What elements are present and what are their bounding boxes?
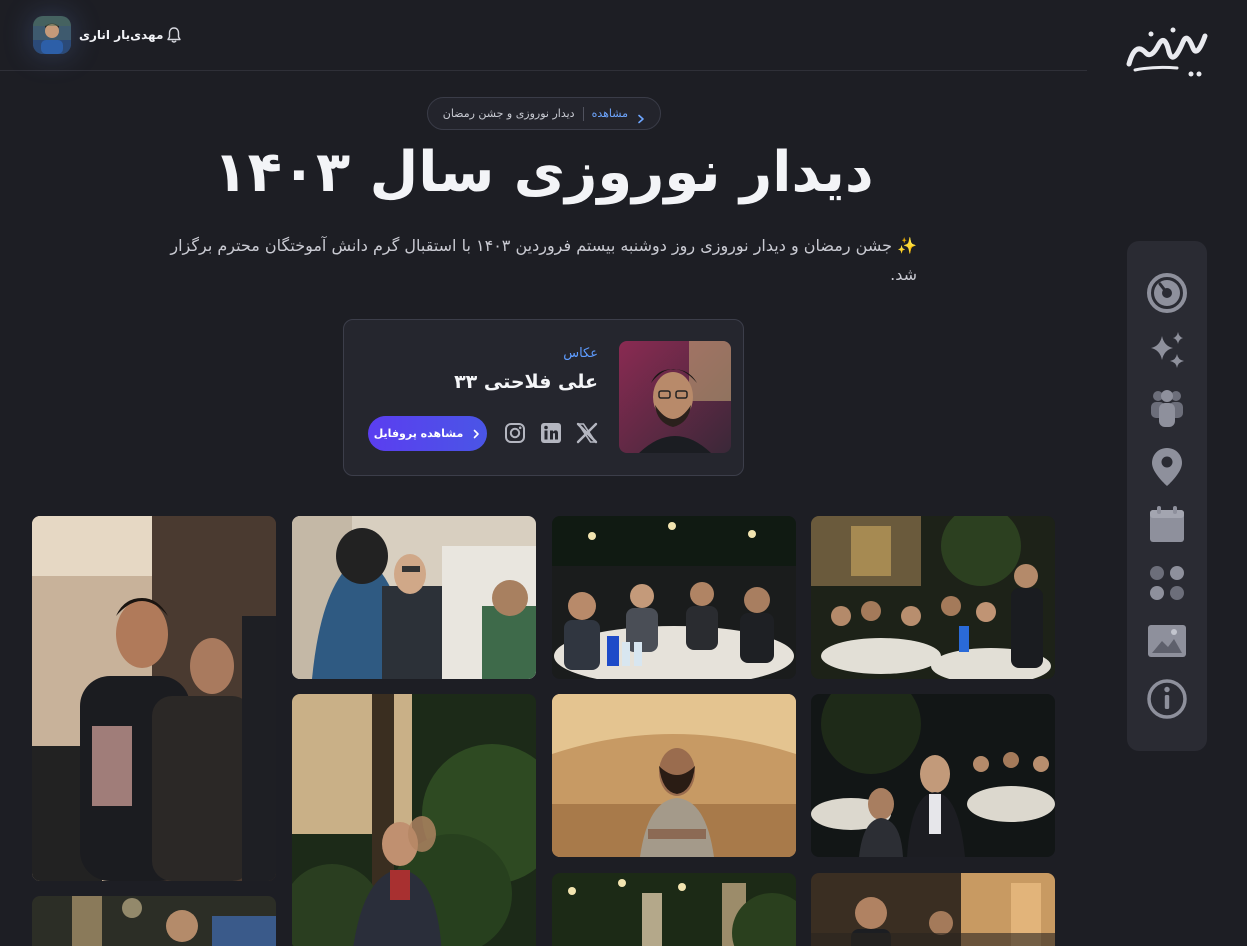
gallery-photo[interactable] xyxy=(811,873,1055,946)
site-logo[interactable] xyxy=(1125,22,1209,78)
info-icon[interactable] xyxy=(1145,677,1189,721)
dashboard-icon[interactable] xyxy=(1145,271,1189,315)
notification-bell-icon[interactable] xyxy=(166,26,182,44)
sparkles-emoji: ✨ xyxy=(897,236,917,255)
view-profile-button[interactable]: مشاهده پروفایل xyxy=(368,416,487,451)
gallery-photo[interactable] xyxy=(811,516,1055,679)
side-navigation xyxy=(1127,241,1207,751)
breadcrumb-divider xyxy=(582,106,584,121)
photographer-card: عکاس علی فلاحتی ۳۳ مشاهده پروفایل xyxy=(343,319,744,476)
gallery-photo[interactable] xyxy=(292,516,536,679)
gallery-photo[interactable] xyxy=(292,694,536,946)
breadcrumb: دیدار نوروزی و جشن رمضان مشاهده xyxy=(427,97,661,130)
gallery-photo[interactable] xyxy=(552,873,796,946)
gallery-photo[interactable] xyxy=(552,694,796,857)
x-icon[interactable] xyxy=(575,421,599,445)
page-description: ✨ جشن رمضان و دیدار نوروزی روز دوشنبه بی… xyxy=(165,231,917,289)
people-icon[interactable] xyxy=(1145,387,1189,431)
view-profile-label: مشاهده پروفایل xyxy=(373,427,464,440)
chevron-right-icon xyxy=(473,429,480,438)
avatar[interactable] xyxy=(33,16,71,54)
user-menu[interactable]: مهدی‌یار اناری xyxy=(33,16,163,54)
gallery-photo[interactable] xyxy=(32,516,276,881)
gallery-photo[interactable] xyxy=(811,694,1055,857)
gallery-photo[interactable] xyxy=(552,516,796,679)
photographer-photo xyxy=(619,341,731,453)
photographer-name: علی فلاحتی ۳۳ xyxy=(454,371,598,393)
top-bar: مهدی‌یار اناری xyxy=(0,0,1087,71)
description-text: جشن رمضان و دیدار نوروزی روز دوشنبه بیست… xyxy=(170,236,917,284)
page-title: دیدار نوروزی سال ۱۴۰۳ xyxy=(213,140,874,205)
linkedin-icon[interactable] xyxy=(539,421,563,445)
breadcrumb-current: دیدار نوروزی و جشن رمضان xyxy=(442,107,575,120)
sparkles-icon[interactable] xyxy=(1145,329,1189,373)
apps-icon[interactable] xyxy=(1145,561,1189,605)
gallery-icon[interactable] xyxy=(1145,619,1189,663)
user-name[interactable]: مهدی‌یار اناری xyxy=(79,28,163,42)
instagram-icon[interactable] xyxy=(503,421,527,445)
photographer-role: عکاس xyxy=(563,346,598,361)
breadcrumb-view-link[interactable]: مشاهده xyxy=(592,107,628,120)
location-icon[interactable] xyxy=(1145,445,1189,489)
gallery-photo[interactable] xyxy=(32,896,276,946)
chevron-right-icon[interactable] xyxy=(636,109,646,123)
calendar-icon[interactable] xyxy=(1145,503,1189,547)
